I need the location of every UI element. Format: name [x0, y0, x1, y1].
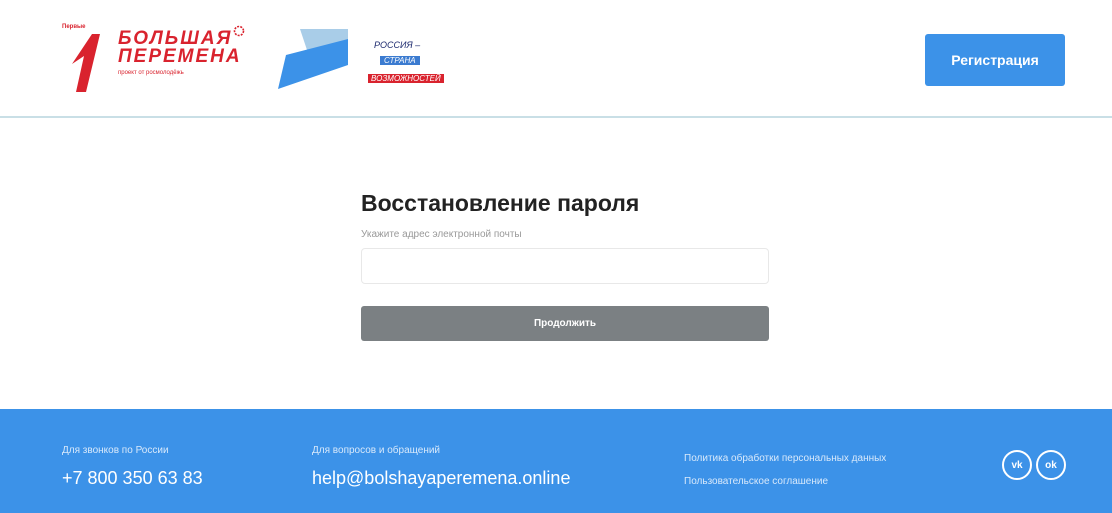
footer-email-block: Для вопросов и обращений help@bolshayape…	[312, 445, 570, 489]
site-footer: Для звонков по России +7 800 350 63 83 Д…	[0, 409, 1112, 513]
bolshaya-peremena-logo[interactable]: БОЛЬШАЯ ПЕРЕМЕНА проект от росмолодёжь	[118, 25, 248, 92]
pervye-one-icon	[72, 34, 100, 92]
email-label: Укажите адрес электронной почты	[361, 229, 522, 240]
logo-line-3: проект от росмолодёжь	[118, 70, 184, 76]
site-header: Первые БОЛЬШАЯ ПЕРЕМЕНА проект от росмол…	[0, 0, 1112, 118]
footer-links: Политика обработки персональных данных П…	[684, 453, 886, 487]
registration-button[interactable]: Регистрация	[925, 34, 1065, 86]
privacy-policy-link[interactable]: Политика обработки персональных данных	[684, 453, 886, 464]
national-projects-shape-icon	[278, 29, 348, 89]
email-field[interactable]	[361, 248, 769, 284]
continue-button[interactable]: Продолжить	[361, 306, 769, 341]
russia-country-of-opportunities-logo[interactable]: РОССИЯ – СТРАНА ВОЗМОЖНОСТЕЙ	[368, 40, 478, 83]
rsv-line-2: СТРАНА	[380, 56, 420, 65]
rsv-line-3: ВОЗМОЖНОСТЕЙ	[368, 74, 444, 83]
odnoklassniki-icon[interactable]: ok	[1036, 450, 1066, 480]
user-agreement-link[interactable]: Пользовательское соглашение	[684, 476, 886, 487]
pervye-logo[interactable]: Первые	[62, 24, 102, 94]
questions-label: Для вопросов и обращений	[312, 445, 441, 456]
national-projects-logo[interactable]	[278, 25, 350, 93]
pervye-logo-label: Первые	[62, 24, 86, 30]
rsv-line-1: РОССИЯ –	[374, 40, 421, 50]
vk-icon-label: vk	[1011, 459, 1023, 471]
ok-icon-label: ok	[1045, 459, 1057, 471]
password-recovery-form: Восстановление пароля Укажите адрес элек…	[361, 190, 771, 341]
calls-label: Для звонков по России	[62, 445, 169, 456]
logo-line-2: ПЕРЕМЕНА	[118, 46, 242, 67]
footer-phone-block: Для звонков по России +7 800 350 63 83	[62, 445, 203, 489]
flower-icon	[233, 25, 245, 37]
phone-number[interactable]: +7 800 350 63 83	[62, 468, 203, 489]
support-email[interactable]: help@bolshayaperemena.online	[312, 468, 570, 489]
vk-icon[interactable]: vk	[1002, 450, 1032, 480]
page-title: Восстановление пароля	[361, 190, 640, 216]
